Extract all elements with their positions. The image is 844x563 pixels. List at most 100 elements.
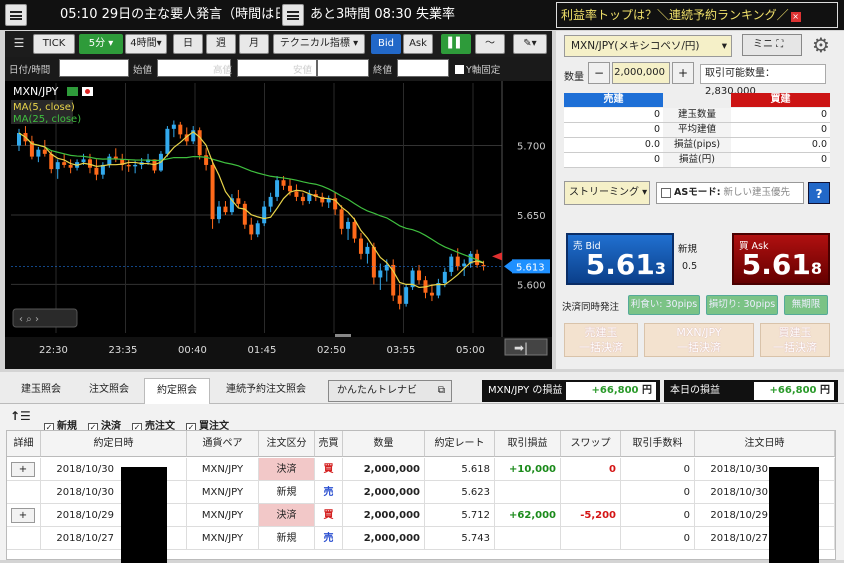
column-header-order-date[interactable]: 注文日時 <box>695 431 835 457</box>
settle-all-pair-button[interactable]: MXN/JPY 一括決済 <box>644 323 754 357</box>
checkbox-box[interactable] <box>455 65 464 74</box>
candle-body <box>281 180 286 186</box>
candle-body <box>236 198 241 204</box>
interval-4h-select[interactable]: 4時間▾ <box>125 34 167 54</box>
order-date-text: 2018/10/27 <box>710 533 768 544</box>
event-menu-button[interactable] <box>282 4 304 26</box>
column-header-trade-pl[interactable]: 取引損益 <box>495 431 561 457</box>
settle-all-buy-button[interactable]: 買建玉 一括決済 <box>760 323 830 357</box>
column-header-order-type[interactable]: 注文区分 <box>259 431 315 457</box>
streaming-select[interactable]: ストリーミング ▾ <box>564 181 650 205</box>
exec-date-text: 2018/10/29 <box>56 510 114 521</box>
column-header-pair[interactable]: 通貨ペア <box>187 431 259 457</box>
settle-buy-line2: 一括決済 <box>773 341 817 354</box>
yaxis-fix-checkbox[interactable]: Y軸固定 <box>455 62 500 76</box>
tab-orders[interactable]: 注文照会 <box>76 378 142 404</box>
as-mode-value: 新しい建玉優先 <box>723 187 791 198</box>
pair-pl-label: MXN/JPY の損益 <box>488 385 563 396</box>
chart-menu-icon[interactable]: ☰ <box>9 34 29 54</box>
menu-icon <box>287 10 299 20</box>
technical-indicator-select[interactable]: テクニカル指標 ▾ <box>273 34 365 54</box>
cell-swap: 0 <box>561 458 621 481</box>
gear-icon[interactable]: ⚙ <box>808 32 834 58</box>
column-header-quantity[interactable]: 数量 <box>343 431 425 457</box>
order-date-text: 2018/10/30 <box>710 487 768 498</box>
month-button[interactable]: 月 <box>239 34 269 54</box>
expand-detail-button[interactable]: + <box>11 508 35 523</box>
buy-ask-button[interactable]: 買 Ask 5.618 <box>732 233 830 285</box>
help-button[interactable]: ? <box>808 182 830 204</box>
sell-value: 0 <box>564 108 663 123</box>
ask-price-pip: 8 <box>810 259 822 278</box>
sell-bid-button[interactable]: 売 Bid 5.613 <box>566 233 674 285</box>
quantity-minus-button[interactable]: − <box>588 62 610 84</box>
swap-text: 0 <box>609 464 616 475</box>
close-field <box>397 59 449 77</box>
menu-button[interactable] <box>5 4 27 26</box>
cell-side: 売 <box>315 527 343 550</box>
jump-latest-icon: ➡| <box>514 341 528 355</box>
tick-button[interactable]: TICK <box>33 34 75 54</box>
ask-toggle[interactable]: Ask <box>403 34 433 54</box>
candle-body <box>55 162 60 170</box>
bid-toggle[interactable]: Bid <box>371 34 401 54</box>
column-header-swap[interactable]: スワップ <box>561 431 621 457</box>
cell-pair: MXN/JPY <box>187 481 259 504</box>
candlestick-chart[interactable]: 5.600 5.650 5.700 5.613 MXN/JPY MA(5, close)M… <box>5 81 552 369</box>
candle-body <box>378 270 383 278</box>
currency-pair-select[interactable]: MXN/JPY(メキシコペソ/円) ▾ <box>564 35 732 57</box>
candle-body <box>217 206 222 220</box>
draw-tool-icon[interactable]: ✎▾ <box>513 34 547 54</box>
exec-date-text: 2018/10/27 <box>56 533 114 544</box>
order-type-text: 新規 <box>276 533 297 544</box>
tab-positions[interactable]: 建玉照会 <box>8 378 74 404</box>
column-header-fee[interactable]: 取引手数料 <box>621 431 695 457</box>
price-chart[interactable]: 5.600 5.650 5.700 5.613 MXN/JPY MA(5, close) M… <box>5 81 552 369</box>
checkbox-box[interactable] <box>661 187 671 198</box>
mini-mode-button[interactable]: ミニ ⛶ <box>742 34 802 56</box>
datetime-label: 日付/時間 <box>9 65 51 76</box>
take-profit-button[interactable]: 利食い: 30pips <box>628 295 700 315</box>
filter-bar: ↑☰ ✓ 新規 ✓ 決済 ✓ 売注文 ✓ 買注文 <box>0 406 844 433</box>
dropdown-icon: ▾ <box>721 40 727 52</box>
as-mode-checkbox[interactable]: ASモード: 新しい建玉優先 <box>656 182 804 204</box>
cell-pair: MXN/JPY <box>187 504 259 527</box>
bid-price-pip: 3 <box>654 259 666 278</box>
cell-fee: 0 <box>621 458 695 481</box>
menu-icon <box>10 10 22 20</box>
position-row: 0.0 損益(pips) 0.0 <box>564 138 830 153</box>
day-button[interactable]: 日 <box>173 34 203 54</box>
position-row: 0 平均建値 0 <box>564 123 830 138</box>
candlestick-icon[interactable]: ▌▌ <box>441 34 471 54</box>
close-icon[interactable]: × <box>790 12 801 22</box>
quantity-input[interactable]: 2,000,000 <box>612 62 670 84</box>
week-button[interactable]: 週 <box>206 34 236 54</box>
quantity-plus-button[interactable]: + <box>672 62 694 84</box>
unlimited-button[interactable]: 無期限 <box>784 295 828 315</box>
daily-pl-label: 本日の損益 <box>670 385 720 396</box>
news-ticker[interactable]: 05:10 29日の主な要人発言（時間は日本 <box>60 0 280 30</box>
interval-5min-select[interactable]: 5分 ▾ <box>79 34 123 54</box>
settle-all-sell-button[interactable]: 売建玉 一括決済 <box>564 323 638 357</box>
cell-side: 買 <box>315 458 343 481</box>
buy-value: 0.0 <box>731 138 830 153</box>
order-date-text: 2018/10/30 <box>710 464 768 475</box>
column-header-side[interactable]: 売買 <box>315 431 343 457</box>
tab-executions[interactable]: 約定照会 <box>144 378 210 404</box>
column-header-exec-rate[interactable]: 約定レート <box>425 431 495 457</box>
cell-quantity: 2,000,000 <box>343 481 425 504</box>
line-chart-icon[interactable]: 〜 <box>475 34 505 54</box>
cell-order-type: 新規 <box>259 527 315 550</box>
x-tick-label: 01:45 <box>248 345 277 356</box>
candle-body <box>165 128 170 154</box>
sort-icon[interactable]: ↑☰ <box>10 409 31 423</box>
event-ticker[interactable]: あと3時間 08:30 失業率 <box>310 0 550 30</box>
column-header-exec-date[interactable]: 約定日時 <box>41 431 187 457</box>
column-header-detail[interactable]: 詳細 <box>7 431 41 457</box>
trade-navi-button[interactable]: かんたんトレナビ ⧉ <box>328 380 452 402</box>
pair-label: MXN/JPY(メキシコペソ/円) <box>571 40 700 52</box>
expand-detail-button[interactable]: + <box>11 462 35 477</box>
tab-continuous-orders[interactable]: 連続予約注文照会 <box>214 378 318 404</box>
stop-loss-button[interactable]: 損切り: 30pips <box>706 295 778 315</box>
promo-banner[interactable]: 利益率トップは？＼連続予約ランキング／ × <box>556 2 838 28</box>
